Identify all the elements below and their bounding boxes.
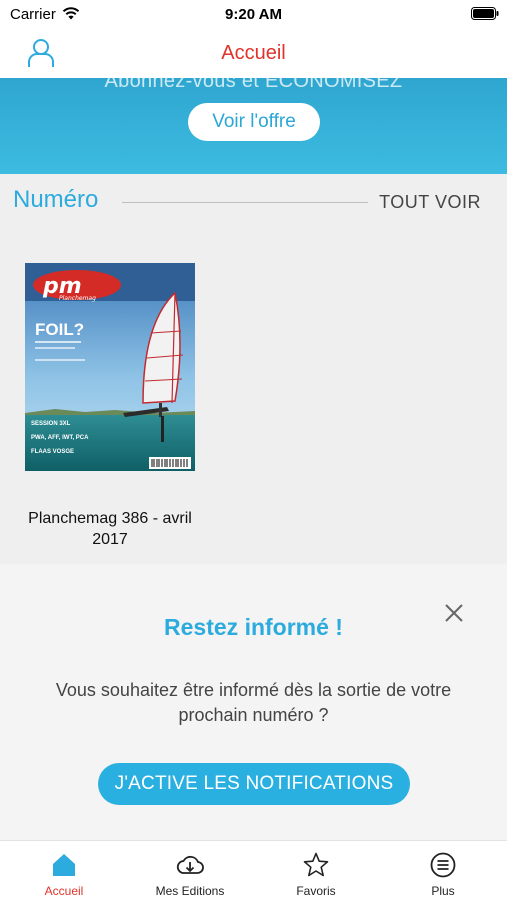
issue-cover[interactable]: pm Planchemag FOIL? SESSION 3XL PWA, AFF… xyxy=(25,263,195,471)
clock: 9:20 AM xyxy=(225,6,282,23)
notification-heading: Restez informé ! xyxy=(164,614,343,640)
tab-favorites-label: Favoris xyxy=(296,884,336,898)
notification-panel: Restez informé ! Vous souhaitez être inf… xyxy=(0,564,507,840)
tab-more-label: Plus xyxy=(431,884,455,898)
menu-icon xyxy=(430,852,456,878)
tab-more[interactable]: Plus xyxy=(380,841,506,900)
see-offer-button[interactable]: Voir l'offre xyxy=(188,103,320,141)
issue-title[interactable]: Planchemag 386 - avril 2017 xyxy=(20,508,200,550)
promo-banner: Abonnez-vous et ÉCONOMISEZ Voir l'offre xyxy=(0,78,507,174)
cover-line-1: SESSION 3XL xyxy=(31,421,71,427)
tab-my-editions-label: Mes Editions xyxy=(155,884,225,898)
cloud-download-icon xyxy=(176,855,204,874)
star-icon xyxy=(303,852,329,877)
status-bar: Carrier 9:20 AM xyxy=(0,0,507,30)
tab-home-label: Accueil xyxy=(44,884,84,898)
section-title: Numéro xyxy=(13,186,99,213)
tab-bar: Accueil Mes Editions Favoris Plus xyxy=(0,840,507,900)
page-title: Accueil xyxy=(221,42,286,64)
cover-image: pm Planchemag FOIL? SESSION 3XL PWA, AFF… xyxy=(25,263,195,471)
tab-home[interactable]: Accueil xyxy=(1,841,127,900)
see-all-link[interactable]: TOUT VOIR xyxy=(379,192,481,213)
cover-logo-sub: Planchemag xyxy=(59,295,96,302)
section-divider xyxy=(122,202,368,203)
navigation-bar: Accueil xyxy=(0,30,507,78)
enable-notifications-button[interactable]: J'ACTIVE LES NOTIFICATIONS xyxy=(98,763,410,805)
cover-line-3: FLAAS VOSGE xyxy=(31,449,74,455)
cover-line-2: PWA, AFF, IWT, PCA xyxy=(31,435,89,441)
cover-headline: FOIL? xyxy=(35,320,84,339)
notification-message: Vous souhaitez être informé dès la sorti… xyxy=(55,680,452,725)
battery-icon xyxy=(471,7,499,20)
home-icon xyxy=(53,854,75,876)
promo-text: Abonnez-vous et ÉCONOMISEZ xyxy=(104,78,403,92)
tab-favorites[interactable]: Favoris xyxy=(253,841,379,900)
tab-my-editions[interactable]: Mes Editions xyxy=(127,841,253,900)
